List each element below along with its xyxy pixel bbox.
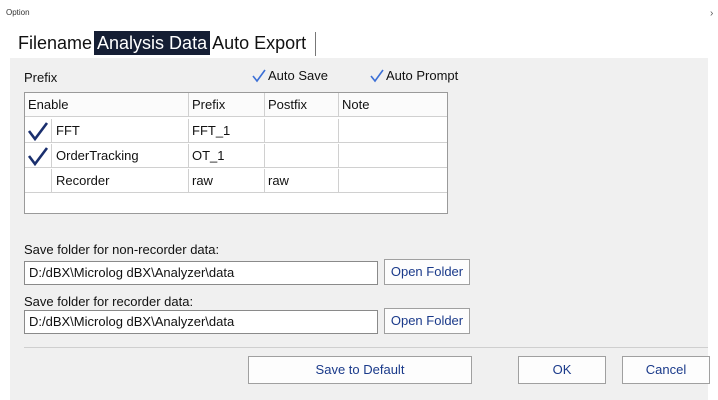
auto-prompt-checkbox[interactable]: Auto Prompt: [370, 68, 458, 83]
checkmark-icon: [27, 146, 49, 166]
ok-button[interactable]: OK: [518, 356, 606, 384]
prefix-cell[interactable]: FFT_1: [189, 119, 265, 143]
tab-filename[interactable]: Filename: [16, 31, 94, 55]
auto-save-checkbox[interactable]: Auto Save: [252, 68, 328, 83]
note-cell[interactable]: [339, 169, 447, 193]
tab-auto-export[interactable]: Auto Export: [210, 31, 308, 55]
table-row[interactable]: Recorder raw raw: [25, 169, 447, 193]
note-cell[interactable]: [339, 119, 447, 143]
postfix-cell[interactable]: [265, 144, 339, 168]
save-to-default-button[interactable]: Save to Default: [248, 356, 472, 384]
checkmark-icon: [252, 69, 266, 82]
recorder-folder-label: Save folder for recorder data:: [24, 294, 194, 309]
footer-divider: [24, 347, 708, 348]
header-prefix[interactable]: Prefix: [189, 93, 265, 117]
enable-checkbox[interactable]: [25, 144, 52, 167]
row-name: Recorder: [56, 173, 110, 188]
table-row[interactable]: OrderTracking OT_1: [25, 144, 447, 168]
open-folder-button[interactable]: Open Folder: [384, 259, 470, 285]
row-name: OrderTracking: [56, 148, 139, 163]
non-recorder-folder-label: Save folder for non-recorder data:: [24, 242, 220, 257]
checkmark-icon: [27, 121, 49, 141]
prefix-cell[interactable]: OT_1: [189, 144, 265, 168]
checkmark-icon: [370, 69, 384, 82]
table-header: Enable Prefix Postfix Note: [25, 93, 447, 117]
row-name: FFT: [56, 123, 80, 138]
tab-bar: Filename Analysis Data Auto Export: [16, 30, 308, 56]
window-title: Option: [6, 8, 30, 17]
prefix-label: Prefix: [24, 70, 58, 85]
header-note[interactable]: Note: [339, 93, 447, 117]
header-postfix[interactable]: Postfix: [265, 93, 339, 117]
auto-prompt-label: Auto Prompt: [386, 68, 459, 83]
auto-save-label: Auto Save: [268, 68, 328, 83]
close-icon[interactable]: ›: [710, 8, 713, 19]
non-recorder-path-field[interactable]: D:/dBX\Microlog dBX\Analyzer\data: [24, 261, 378, 285]
enable-checkbox[interactable]: [25, 169, 52, 192]
cancel-button[interactable]: Cancel: [622, 356, 710, 384]
tab-analysis-data[interactable]: Analysis Data: [94, 31, 211, 55]
tab-separator: [315, 32, 316, 56]
header-enable[interactable]: Enable: [25, 93, 189, 117]
open-folder-button[interactable]: Open Folder: [384, 308, 470, 334]
recorder-path-field[interactable]: D:/dBX\Microlog dBX\Analyzer\data: [24, 310, 378, 334]
enable-checkbox[interactable]: [25, 119, 52, 142]
postfix-cell[interactable]: raw: [265, 169, 339, 193]
note-cell[interactable]: [339, 144, 447, 168]
postfix-cell[interactable]: [265, 119, 339, 143]
prefix-cell[interactable]: raw: [189, 169, 265, 193]
table-row[interactable]: FFT FFT_1: [25, 119, 447, 143]
prefix-table: Enable Prefix Postfix Note FFT FFT_1 Ord…: [24, 92, 448, 214]
